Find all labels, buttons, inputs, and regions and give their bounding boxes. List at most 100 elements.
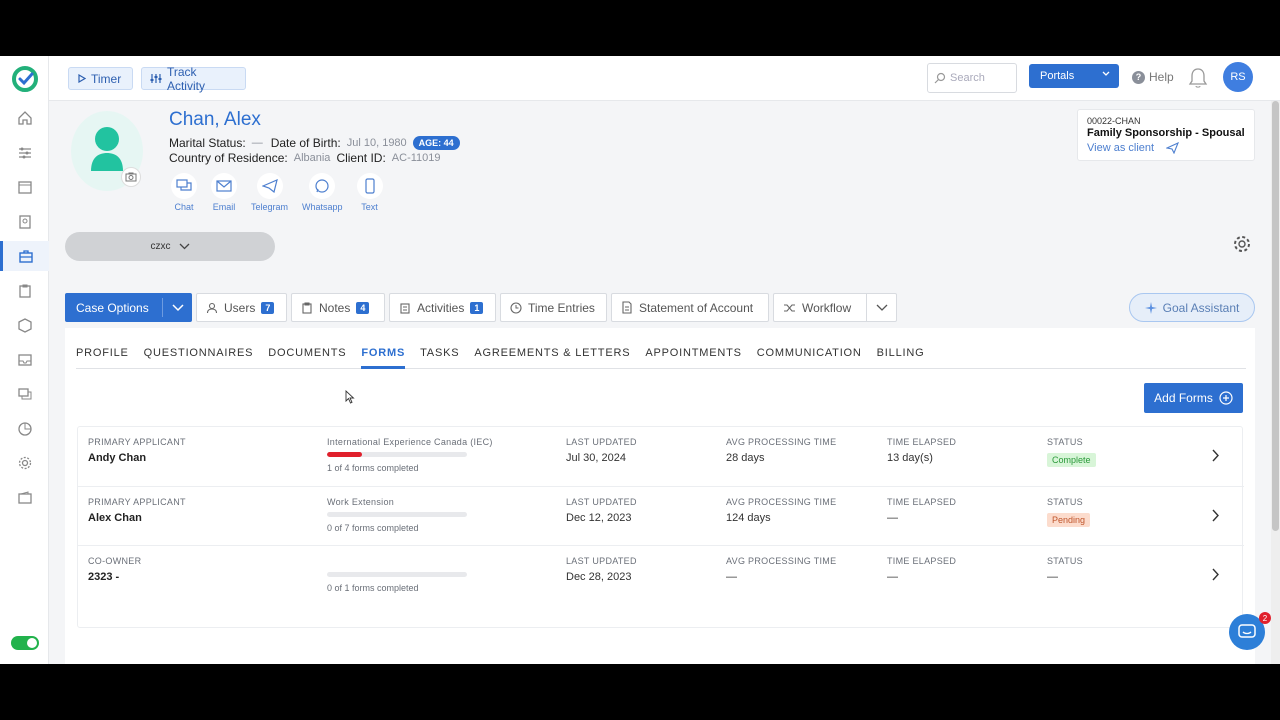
tab-billing[interactable]: BILLING <box>877 347 925 369</box>
case-code: 00022-CHAN <box>1087 116 1141 126</box>
avg-processing-label: AVG PROCESSING TIME <box>726 497 837 507</box>
program-name: Work Extension <box>327 497 395 507</box>
email-label: Email <box>212 202 236 212</box>
tab-documents[interactable]: DOCUMENTS <box>268 347 346 369</box>
tab-profile[interactable]: PROFILE <box>76 347 129 369</box>
workflow-button[interactable]: Workflow <box>773 293 897 322</box>
contacts-icon[interactable] <box>0 207 49 237</box>
status-value: — <box>1047 571 1058 583</box>
statement-of-account-button[interactable]: Statement of Account <box>611 293 769 322</box>
inbox-icon[interactable] <box>0 345 49 375</box>
clipboard-icon[interactable] <box>0 276 49 306</box>
tab-communication[interactable]: COMMUNICATION <box>757 347 862 369</box>
telegram-label: Telegram <box>251 202 289 212</box>
track-activity-button[interactable]: Track Activity <box>141 64 246 93</box>
case-options-button[interactable]: Case Options <box>65 293 192 322</box>
users-count-badge: 7 <box>261 301 275 314</box>
activities-icon <box>400 302 410 314</box>
gear-icon[interactable] <box>1232 234 1252 254</box>
camera-icon[interactable] <box>121 167 141 187</box>
timer-label: Timer <box>91 71 122 86</box>
last-updated-value: Dec 28, 2023 <box>566 571 632 583</box>
time-entries-button[interactable]: Time Entries <box>500 293 607 322</box>
chevron-right-icon[interactable] <box>1212 449 1220 462</box>
wallet-icon[interactable] <box>0 483 49 513</box>
home-icon[interactable] <box>0 103 49 133</box>
age-badge: AGE: 44 <box>412 136 460 150</box>
scrollbar-thumb[interactable] <box>1272 101 1279 531</box>
dob-label: Date of Birth: <box>270 136 341 150</box>
chat-icon <box>176 179 192 191</box>
time-elapsed-value: — <box>887 512 898 524</box>
telegram-action[interactable]: Telegram <box>251 173 288 212</box>
calendar-icon[interactable] <box>0 172 49 202</box>
search-placeholder: Search <box>950 72 985 84</box>
status-label: STATUS <box>1047 556 1083 566</box>
tab-appointments[interactable]: APPOINTMENTS <box>645 347 741 369</box>
status-label: STATUS <box>1047 437 1083 447</box>
package-icon[interactable] <box>0 310 49 340</box>
case-tabs: PROFILE QUESTIONNAIRES DOCUMENTS FORMS T… <box>76 347 1246 369</box>
workflow-label: Workflow <box>802 300 852 315</box>
table-row[interactable]: PRIMARY APPLICANT Alex Chan Work Extensi… <box>78 486 1244 545</box>
document-icon <box>622 301 632 314</box>
marital-status-value: — <box>251 137 263 149</box>
add-forms-button[interactable]: Add Forms <box>1144 383 1243 413</box>
tab-questionnaires[interactable]: QUESTIONNAIRES <box>144 347 254 369</box>
notes-label: Notes <box>319 300 351 315</box>
table-row[interactable]: PRIMARY APPLICANT Andy Chan Internationa… <box>78 427 1244 486</box>
chevron-right-icon[interactable] <box>1212 509 1220 522</box>
sliders-icon[interactable] <box>0 138 49 168</box>
avg-processing-label: AVG PROCESSING TIME <box>726 437 837 447</box>
whatsapp-action[interactable]: Whatsapp <box>302 173 343 212</box>
table-row[interactable]: CO-OWNER 2323 - 0 of 1 forms completed L… <box>78 545 1244 604</box>
time-elapsed-label: TIME ELAPSED <box>887 497 957 507</box>
reports-icon[interactable] <box>0 414 49 444</box>
program-cell: 0 of 1 forms completed <box>327 556 467 593</box>
program-name: International Experience Canada (IEC) <box>327 437 493 447</box>
tab-tasks[interactable]: TASKS <box>420 347 459 369</box>
time-elapsed-label: TIME ELAPSED <box>887 556 957 566</box>
page-scrollbar[interactable] <box>1271 101 1280 664</box>
cases-icon[interactable] <box>0 241 49 271</box>
users-button[interactable]: Users 7 <box>196 293 287 322</box>
applicant-cell: PRIMARY APPLICANT Alex Chan <box>88 497 186 524</box>
notification-bell-icon[interactable] <box>1187 66 1209 90</box>
chat-unread-badge: 2 <box>1259 612 1271 624</box>
activities-button[interactable]: Activities 1 <box>389 293 496 322</box>
tab-agreements-letters[interactable]: AGREEMENTS & LETTERS <box>474 347 630 369</box>
email-action[interactable]: Email <box>211 173 237 212</box>
activity-sliders-icon <box>150 74 162 83</box>
time-elapsed-cell: TIME ELAPSED 13 day(s) <box>887 437 956 464</box>
timer-button[interactable]: Timer <box>68 67 133 90</box>
forms-progress-bar <box>327 452 467 457</box>
view-as-client-link[interactable]: View as client <box>1087 142 1245 154</box>
applicant-cell: PRIMARY APPLICANT Andy Chan <box>88 437 186 464</box>
text-label: Text <box>361 202 378 212</box>
user-avatar[interactable]: RS <box>1223 62 1253 92</box>
text-action[interactable]: Text <box>356 173 383 212</box>
forms-progress-bar <box>327 512 467 517</box>
portals-dropdown[interactable]: Portals <box>1029 64 1119 88</box>
help-link[interactable]: ? Help <box>1132 70 1174 84</box>
track-activity-label: Track Activity <box>166 64 205 93</box>
notes-button[interactable]: Notes 4 <box>291 293 385 322</box>
help-icon: ? <box>1132 70 1145 84</box>
mode-toggle[interactable] <box>11 636 39 650</box>
search-input[interactable]: Search <box>927 63 1017 93</box>
status-badge: Complete <box>1047 453 1096 467</box>
chat-action[interactable]: Chat <box>171 173 197 212</box>
app-logo-icon[interactable] <box>12 66 38 92</box>
status-label: STATUS <box>1047 497 1083 507</box>
chevron-right-icon[interactable] <box>1212 568 1220 581</box>
topbar: Timer Track Activity Search Portals ? He… <box>49 56 1280 101</box>
settings-icon[interactable] <box>0 448 49 478</box>
messages-icon[interactable] <box>0 379 49 409</box>
sidebar <box>0 56 49 664</box>
tab-forms[interactable]: FORMS <box>361 347 406 369</box>
plus-circle-icon <box>1219 391 1233 405</box>
goal-assistant-button[interactable]: Goal Assistant <box>1129 293 1255 322</box>
progress-text: 1 of 4 forms completed <box>327 463 419 473</box>
case-selector[interactable]: czxc <box>65 232 275 261</box>
avg-processing-label: AVG PROCESSING TIME <box>726 556 837 566</box>
